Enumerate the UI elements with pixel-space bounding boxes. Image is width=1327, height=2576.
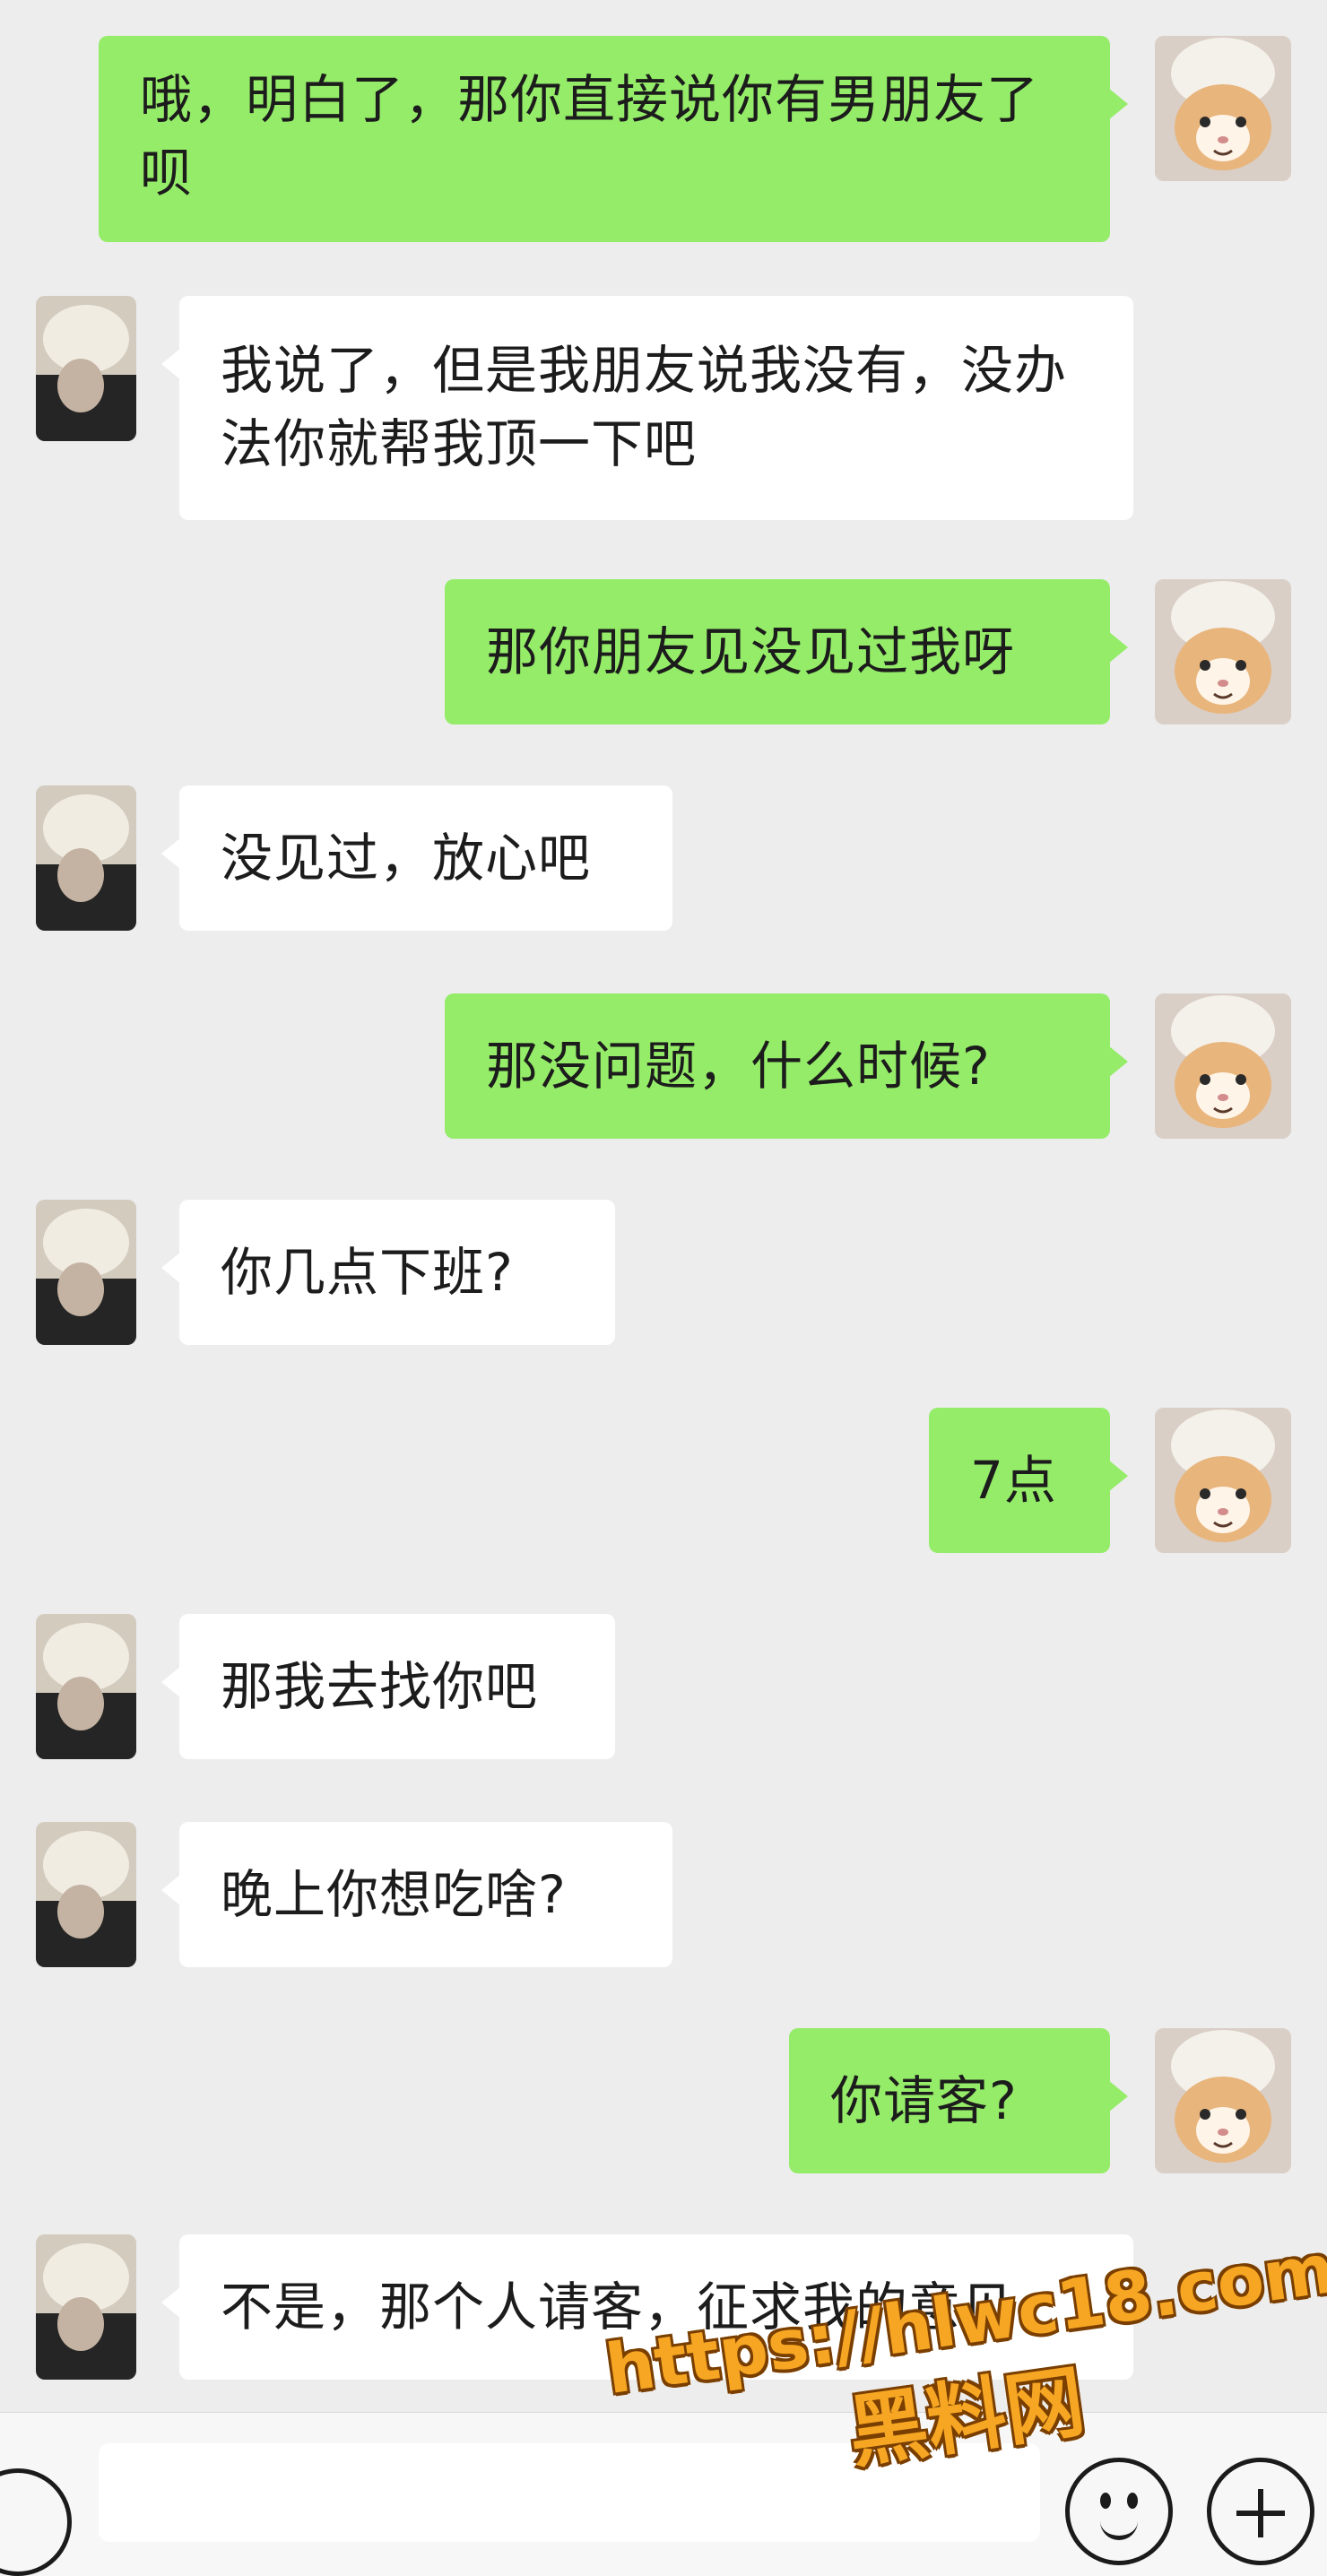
message-text: 我说了，但是我朋友说我没有，没办法你就帮我顶一下吧 — [221, 340, 1068, 474]
message-bubble[interactable]: 我说了，但是我朋友说我没有，没办法你就帮我顶一下吧 — [161, 296, 1133, 520]
friend-avatar-image — [36, 1614, 136, 1759]
message-row-self: 你请客? — [0, 2028, 1327, 2173]
message-bubble[interactable]: 7点 — [929, 1408, 1128, 1553]
message-row-self: 7点 — [0, 1408, 1327, 1553]
message-text: 那你朋友见没见过我呀 — [486, 621, 1016, 682]
cat-avatar-image — [1155, 579, 1291, 724]
message-row-self: 那你朋友见没见过我呀 — [0, 579, 1327, 724]
friend-avatar-image — [36, 2234, 136, 2380]
friend-avatar[interactable] — [36, 1822, 136, 1967]
cat-avatar-image — [1155, 993, 1291, 1139]
message-text: 那没问题，什么时候? — [486, 1036, 991, 1097]
message-row-other: 我说了，但是我朋友说我没有，没办法你就帮我顶一下吧 — [0, 296, 1327, 520]
message-row-self: 那没问题，什么时候? — [0, 993, 1327, 1139]
self-avatar[interactable] — [1155, 993, 1291, 1139]
message-row-other: 晚上你想吃啥? — [0, 1822, 1327, 1967]
voice-icon[interactable] — [0, 2468, 72, 2576]
message-row-other: 你几点下班? — [0, 1200, 1327, 1345]
friend-avatar[interactable] — [36, 296, 136, 441]
friend-avatar-image — [36, 1822, 136, 1967]
message-row-other: 没见过，放心吧 — [0, 785, 1327, 931]
message-bubble[interactable]: 哦，明白了，那你直接说你有男朋友了呗 — [99, 36, 1128, 242]
friend-avatar[interactable] — [36, 1614, 136, 1759]
message-bubble[interactable]: 那你朋友见没见过我呀 — [445, 579, 1128, 724]
message-bubble[interactable]: 那没问题，什么时候? — [445, 993, 1128, 1139]
friend-avatar-image — [36, 785, 136, 931]
self-avatar[interactable] — [1155, 579, 1291, 724]
message-text: 哦，明白了，那你直接说你有男朋友了呗 — [140, 69, 1040, 204]
message-text: 没见过，放心吧 — [221, 828, 592, 889]
friend-avatar[interactable] — [36, 1200, 136, 1345]
self-avatar[interactable] — [1155, 2028, 1291, 2173]
message-text: 你几点下班? — [221, 1242, 514, 1303]
message-bubble[interactable]: 没见过，放心吧 — [161, 785, 672, 931]
friend-avatar[interactable] — [36, 2234, 136, 2380]
message-row-self: 哦，明白了，那你直接说你有男朋友了呗 — [0, 36, 1327, 242]
friend-avatar-image — [36, 296, 136, 441]
message-bubble[interactable]: 你请客? — [789, 2028, 1128, 2173]
message-text: 那我去找你吧 — [221, 1656, 539, 1717]
message-row-other: 那我去找你吧 — [0, 1614, 1327, 1759]
cat-avatar-image — [1155, 2028, 1291, 2173]
message-text: 晚上你想吃啥? — [221, 1864, 567, 1925]
message-bubble[interactable]: 那我去找你吧 — [161, 1614, 615, 1759]
cat-avatar-image — [1155, 36, 1291, 181]
chat-message-list[interactable]: 哦，明白了，那你直接说你有男朋友了呗 我说了，但是我朋友说我没有，没办法你就帮我… — [0, 0, 1327, 2412]
friend-avatar-image — [36, 1200, 136, 1345]
self-avatar[interactable] — [1155, 1408, 1291, 1553]
friend-avatar[interactable] — [36, 785, 136, 931]
cat-avatar-image — [1155, 1408, 1291, 1553]
message-text: 你请客? — [830, 2070, 1018, 2131]
message-bubble[interactable]: 你几点下班? — [161, 1200, 615, 1345]
message-bubble[interactable]: 晚上你想吃啥? — [161, 1822, 672, 1967]
message-text: 7点 — [970, 1450, 1057, 1511]
plus-icon[interactable] — [1207, 2458, 1314, 2565]
self-avatar[interactable] — [1155, 36, 1291, 181]
